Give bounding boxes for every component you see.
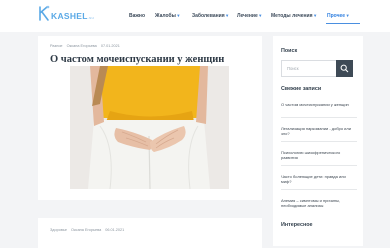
divider bbox=[281, 165, 357, 166]
search-heading: Поиск bbox=[281, 48, 298, 54]
post-image[interactable] bbox=[70, 66, 229, 189]
nav-item-complaints[interactable]: Жалобы ▾ bbox=[155, 13, 180, 19]
sidebar: Поиск Поиск Свежие записи О частом мочеи… bbox=[273, 36, 363, 246]
recent-post-link[interactable]: Легализация наркомании - добро или зло? bbox=[281, 126, 357, 136]
divider bbox=[281, 189, 357, 190]
divider bbox=[281, 141, 357, 142]
post-card-2: Здоровье Оксана Егорьева 06.01.2021 bbox=[38, 218, 262, 248]
post-card: Разное Оксана Егорьева 07.01.2021 О част… bbox=[38, 36, 262, 200]
post-photo-graphic bbox=[70, 66, 229, 189]
post-date: 06.01.2021 bbox=[105, 228, 125, 232]
post-author[interactable]: Оксана Егорьева bbox=[67, 44, 97, 48]
chevron-down-icon: ▾ bbox=[259, 13, 262, 18]
recent-post-link[interactable]: Часто болеющие дети: правда или миф? bbox=[281, 174, 357, 184]
post-meta-2: Здоровье Оксана Егорьева 06.01.2021 bbox=[50, 228, 127, 232]
nav-item-important[interactable]: Важно bbox=[129, 13, 145, 19]
search-button[interactable] bbox=[336, 60, 353, 77]
search-input[interactable]: Поиск bbox=[281, 60, 353, 77]
post-title[interactable]: О частом мочеиспускании у женщин bbox=[50, 54, 255, 65]
main-nav: Важно Жалобы ▾ Заболевания ▾ Лечение ▾ М… bbox=[0, 13, 390, 24]
recent-post-link[interactable]: О частом мочеиспускании у женщин bbox=[281, 102, 357, 107]
chevron-down-icon: ▾ bbox=[177, 13, 180, 18]
nav-item-other[interactable]: Прочее ▾ bbox=[327, 13, 349, 19]
post-author[interactable]: Оксана Егорьева bbox=[71, 228, 101, 232]
post-meta: Разное Оксана Егорьева 07.01.2021 bbox=[50, 44, 123, 48]
recent-posts-heading: Свежие записи bbox=[281, 86, 322, 92]
nav-item-treatment[interactable]: Лечение ▾ bbox=[237, 13, 261, 19]
recent-post-link[interactable]: Анемия – симптомы и причины, необходимые… bbox=[281, 198, 357, 208]
recent-post-link[interactable]: Психологию шизофренического развития bbox=[281, 150, 357, 160]
chevron-down-icon: ▾ bbox=[226, 13, 229, 18]
post-category[interactable]: Разное bbox=[50, 44, 63, 48]
divider bbox=[281, 117, 357, 118]
nav-item-diseases[interactable]: Заболевания ▾ bbox=[192, 13, 228, 19]
nav-item-methods[interactable]: Методы лечения ▾ bbox=[271, 13, 316, 19]
search-icon bbox=[340, 64, 349, 73]
interesting-heading: Интересное bbox=[281, 222, 313, 228]
post-date: 07.01.2021 bbox=[100, 44, 120, 48]
site-header: KASHEL.su Важно Жалобы ▾ Заболевания ▾ Л… bbox=[0, 0, 390, 32]
nav-active-underline bbox=[326, 23, 360, 24]
search-placeholder: Поиск bbox=[287, 66, 299, 71]
post-category[interactable]: Здоровье bbox=[50, 228, 67, 232]
chevron-down-icon: ▾ bbox=[313, 13, 317, 18]
chevron-down-icon: ▾ bbox=[346, 13, 349, 18]
